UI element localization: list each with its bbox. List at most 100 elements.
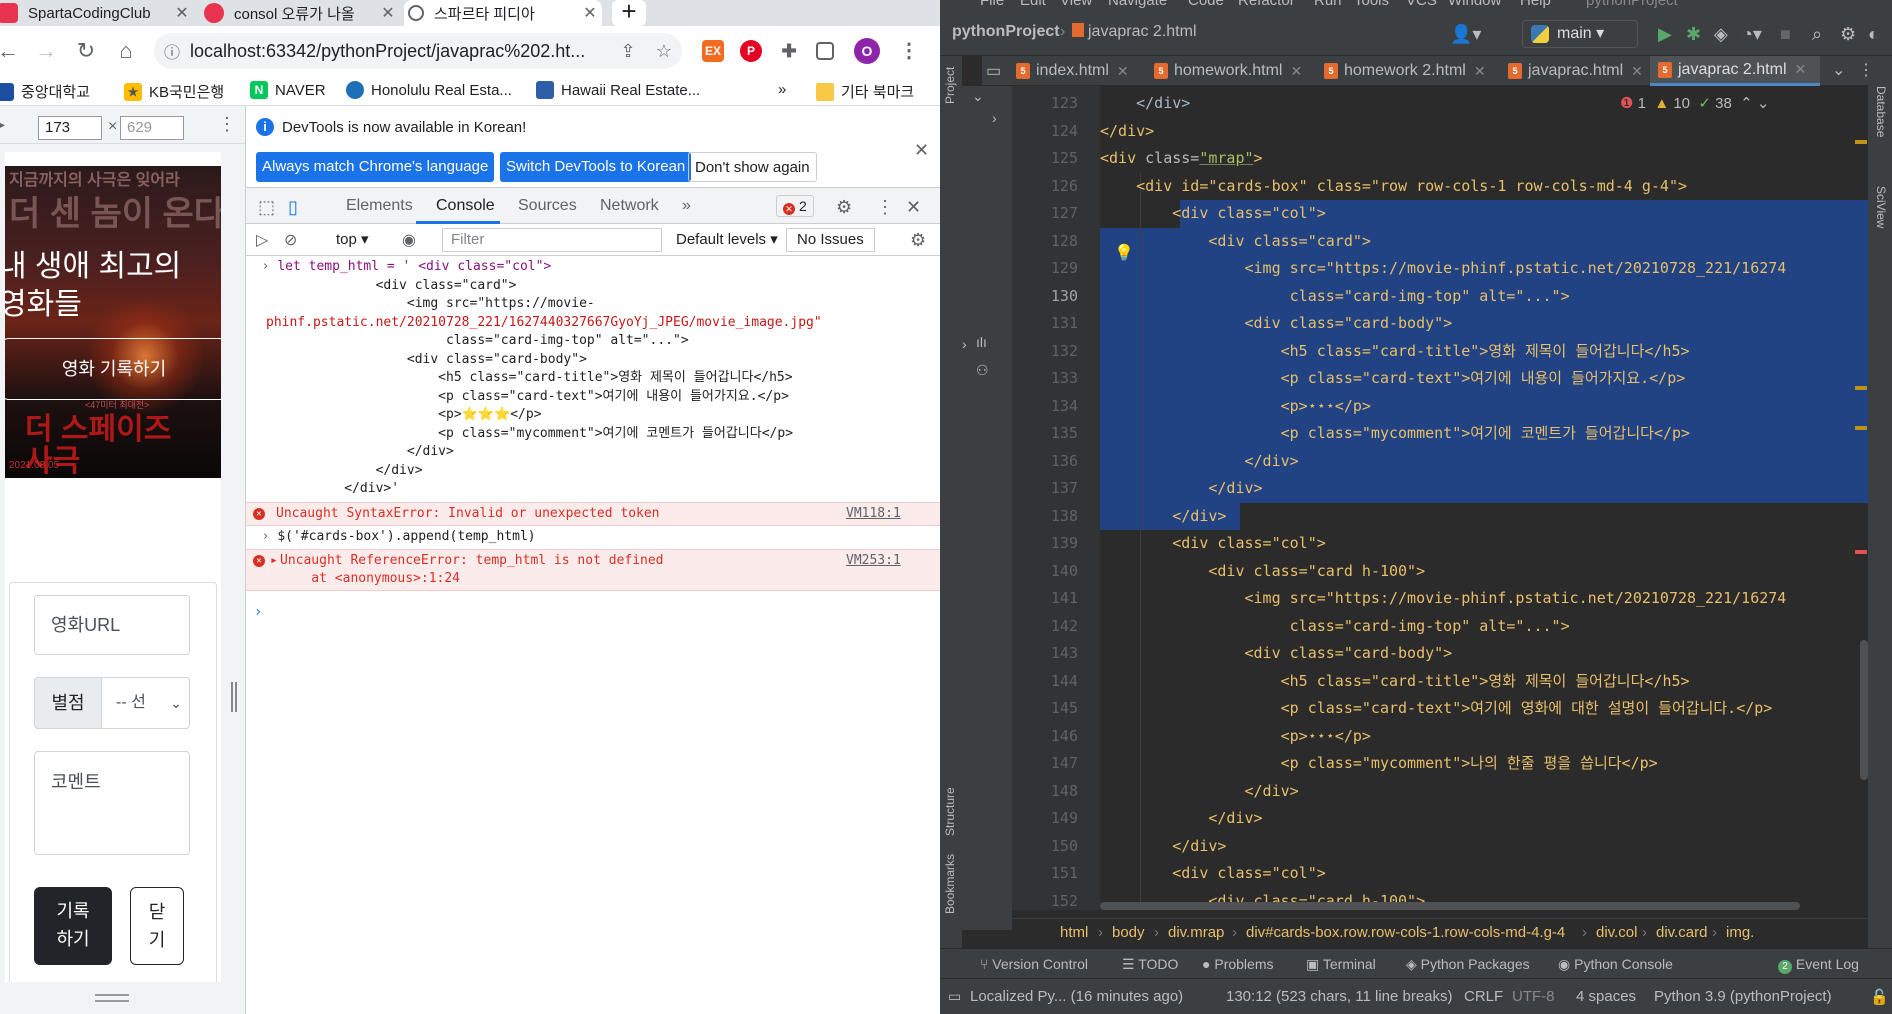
inspect-element-icon[interactable]: ⬚ [258, 197, 275, 218]
line-separator[interactable]: CRLF [1464, 988, 1503, 1005]
bookmark-honolulu[interactable]: Honolulu Real Esta... [346, 81, 512, 99]
layout-icon[interactable]: ▭ [948, 988, 961, 1005]
expand-triangle-icon[interactable]: ▸ [270, 552, 278, 571]
tab-event-log[interactable]: 2 Event Log [1778, 956, 1859, 974]
console-prompt-icon[interactable]: › [254, 604, 262, 620]
vertical-scrollbar[interactable] [1860, 640, 1868, 780]
vertical-resize-handle[interactable] [95, 994, 129, 1002]
breadcrumb-item[interactable]: div.card [1656, 924, 1707, 941]
dimension-chevron-icon[interactable]: ▸ [0, 116, 5, 133]
tabs-dropdown-icon[interactable]: ⌄ [1832, 60, 1845, 80]
device-toggle-icon[interactable]: ▯ [288, 197, 298, 218]
close-icon[interactable]: ✕ [578, 3, 602, 23]
menu-navigate[interactable]: Navigate [1108, 0, 1167, 9]
cursor-position[interactable]: 130:12 (523 chars, 11 line breaks) [1226, 988, 1453, 1005]
bookmark-cau[interactable]: 중앙대학교 [0, 81, 90, 102]
dont-show-button[interactable]: Don't show again [688, 152, 817, 182]
breadcrumb-item[interactable]: body [1112, 924, 1145, 941]
chart-icon[interactable]: ılı [976, 334, 987, 350]
back-icon[interactable]: ← [0, 38, 22, 64]
stop-icon[interactable]: ■ [1780, 24, 1791, 45]
menu-kebab-icon[interactable]: ⋮ [898, 40, 920, 62]
tab-homework-html[interactable]: 5 homework.html ✕ [1146, 56, 1316, 86]
bookmark-naver[interactable]: N NAVER [250, 81, 326, 99]
menu-code[interactable]: Code [1188, 0, 1224, 9]
tab-version-control[interactable]: ⑂ Version Control [980, 956, 1088, 972]
tab-javaprac-html[interactable]: 5 javaprac.html ✕ [1500, 56, 1650, 86]
expand-icon[interactable]: › [962, 336, 967, 352]
live-expression-eye-icon[interactable]: ◉ [402, 230, 416, 250]
issues-button[interactable]: No Issues [786, 228, 875, 252]
save-button[interactable]: 기록 하기 [34, 887, 112, 965]
tool-database[interactable]: Database [1874, 86, 1888, 137]
tab-terminal[interactable]: ▣ Terminal [1306, 956, 1376, 973]
resize-handle[interactable] [231, 682, 237, 712]
menu-run[interactable]: Run [1314, 0, 1342, 9]
code-editor[interactable]: </div> </div> <div class="mrap"> <div id… [1100, 86, 1868, 910]
new-tab-button[interactable]: + [612, 0, 646, 26]
tab-spartacodingclub[interactable]: SpartaCodingClub ✕ [0, 0, 194, 26]
log-levels-select[interactable]: Default levels ▾ [676, 230, 778, 248]
site-info-icon[interactable]: ⓘ [154, 39, 190, 63]
menu-vcs[interactable]: VCS [1406, 0, 1437, 9]
inspection-widget[interactable]: ❶ 1 ▲ 10 ✓ 38 ⌃ ⌄ [1620, 94, 1769, 112]
chevron-down-icon[interactable]: ⌄ [1757, 95, 1770, 112]
file-crumb[interactable]: javaprac 2.html [1072, 23, 1197, 41]
project-crumb[interactable]: pythonProject [952, 23, 1060, 41]
tab-python-packages[interactable]: ◈ Python Packages [1406, 956, 1530, 973]
close-icon[interactable]: ✕ [914, 140, 929, 161]
url-text[interactable]: localhost:63342/pythonProject/javaprac%2… [190, 41, 610, 62]
lightbulb-icon[interactable]: 💡 [1114, 243, 1134, 262]
tab-javaprac2-html[interactable]: 5 javaprac 2.html ✕ [1650, 56, 1820, 86]
menu-view[interactable]: View [1060, 0, 1092, 9]
menu-help[interactable]: Help [1520, 0, 1551, 9]
switch-korean-button[interactable]: Switch DevTools to Korean [500, 152, 692, 182]
file-encoding[interactable]: UTF-8 [1512, 988, 1555, 1005]
warning-stripe-marker[interactable] [1855, 426, 1867, 430]
close-icon[interactable]: ✕ [1474, 63, 1486, 80]
close-icon[interactable]: ✕ [376, 3, 400, 23]
clear-console-icon[interactable]: ⊘ [284, 230, 297, 250]
horizontal-scrollbar[interactable] [1100, 902, 1800, 910]
star-select[interactable]: -- 선택 ⌄ [102, 677, 190, 729]
tab-problems[interactable]: ● Problems [1202, 956, 1274, 972]
lock-icon[interactable]: 🔓 [1870, 988, 1889, 1006]
height-input[interactable]: 629 [120, 116, 184, 140]
sidebar-toggle-icon[interactable]: ▷ [256, 230, 268, 250]
pinterest-icon[interactable]: P [740, 40, 762, 62]
debug-icon[interactable]: ✱ [1686, 24, 1701, 45]
record-movie-button[interactable]: 영화 기록하기 [5, 338, 221, 400]
error-count-badge[interactable]: ✕ 2 [776, 195, 814, 217]
device-menu-icon[interactable]: ⋮ [218, 114, 236, 135]
breadcrumb-item[interactable]: img. [1726, 924, 1754, 941]
menu-edit[interactable]: Edit [1020, 0, 1046, 9]
search-icon[interactable]: ⌕ [1812, 24, 1822, 45]
share-icon[interactable]: ⇪ [610, 41, 646, 62]
console-filter-input[interactable]: Filter [442, 228, 662, 252]
run-config-select[interactable]: main ▾ [1522, 20, 1638, 48]
vcs-user-icon[interactable]: 👤▾ [1450, 24, 1481, 45]
tab-index-html[interactable]: 5 index.html ✕ [1008, 56, 1146, 86]
close-icon[interactable]: ✕ [170, 3, 194, 23]
breadcrumb-item[interactable]: div#cards-box.row.row-cols-1.row-cols-md… [1246, 924, 1565, 941]
tab-list-icon[interactable]: ▭ [986, 61, 1001, 81]
comment-textarea[interactable]: 코멘트 [34, 751, 190, 855]
tab-console[interactable]: Console [436, 197, 495, 215]
menu-refactor[interactable]: Refactor [1238, 0, 1295, 9]
menu-tools[interactable]: Tools [1354, 0, 1389, 9]
python-interpreter[interactable]: Python 3.9 (pythonProject) [1654, 988, 1832, 1005]
status-message[interactable]: Localized Py... (16 minutes ago) [970, 988, 1183, 1005]
profiler-icon[interactable]: ⚇ [976, 362, 989, 379]
extension-ex-icon[interactable]: EX [702, 40, 724, 62]
tab-network[interactable]: Network [600, 197, 659, 215]
settings-gear-icon[interactable]: ⚙ [836, 197, 852, 218]
chevron-up-icon[interactable]: ⌃ [1740, 95, 1753, 112]
collapse-icon[interactable]: ⌄ [972, 88, 984, 105]
context-select[interactable]: top ▾ [336, 230, 369, 248]
bookmark-other[interactable]: 기타 북마크 [816, 81, 914, 102]
home-icon[interactable]: ⌂ [112, 38, 140, 64]
breadcrumb-item[interactable]: div.col [1596, 924, 1637, 941]
forward-icon[interactable]: → [32, 38, 60, 64]
error-source-link[interactable]: VM253:1 [846, 552, 901, 571]
close-icon[interactable]: ✕ [906, 197, 921, 218]
